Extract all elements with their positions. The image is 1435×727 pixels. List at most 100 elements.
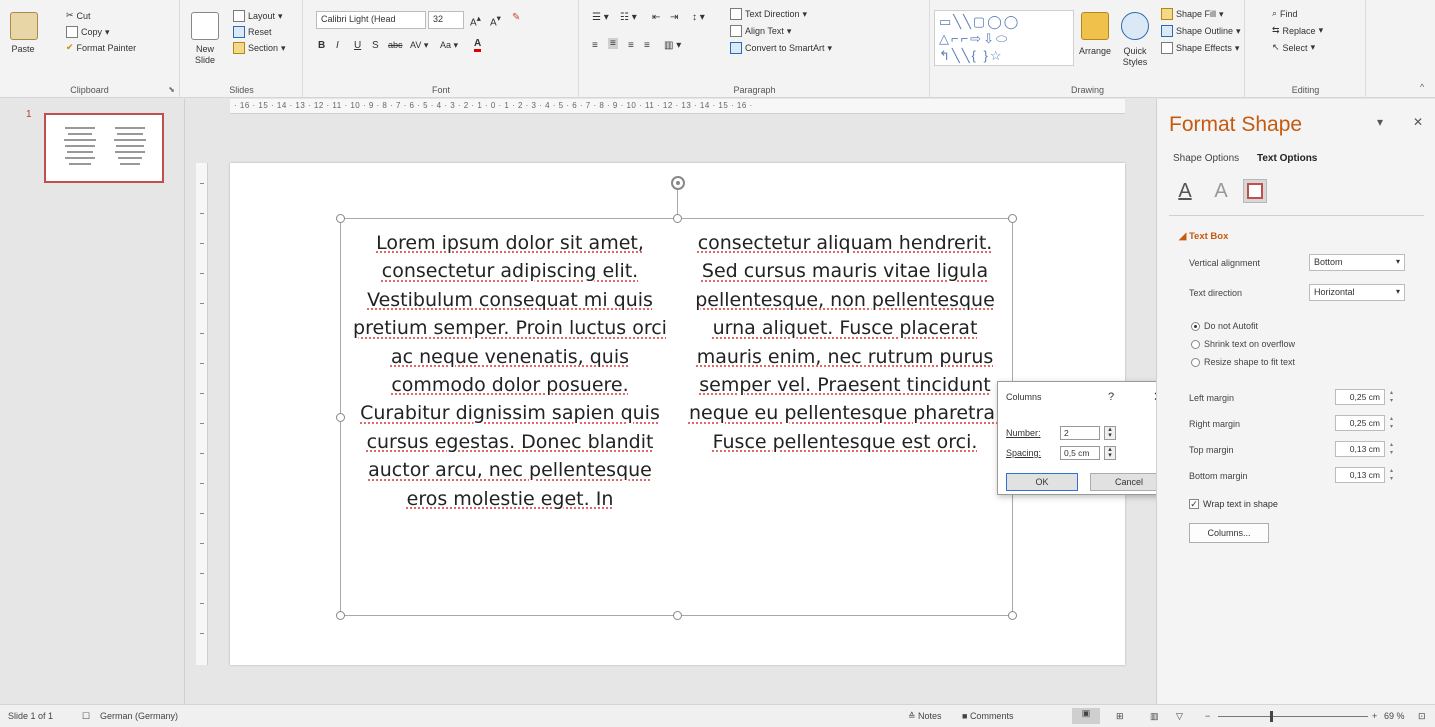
notes-button[interactable]: ≙ Notes bbox=[908, 711, 942, 722]
arrange-button[interactable]: Arrange bbox=[1073, 46, 1117, 57]
align-text-button[interactable]: Align Text ▾ bbox=[730, 25, 791, 37]
right-margin-input[interactable]: 0,25 cm bbox=[1335, 415, 1385, 431]
replace-button[interactable]: ⇆ Replace ▾ bbox=[1272, 25, 1323, 36]
increase-indent-icon[interactable]: ⇥ bbox=[670, 12, 678, 23]
radio-selected[interactable] bbox=[1191, 321, 1200, 331]
shape-outline-button[interactable]: Shape Outline ▾ bbox=[1161, 25, 1241, 37]
layout-button[interactable]: Layout ▾ bbox=[233, 10, 283, 22]
change-case-button[interactable]: Aa ▾ bbox=[440, 40, 458, 51]
shrink-font-button[interactable]: A▾ bbox=[490, 13, 501, 28]
zoom-slider-track[interactable] bbox=[1218, 716, 1368, 717]
reading-view-icon[interactable]: ▥ bbox=[1150, 711, 1159, 722]
slide-thumbnail[interactable] bbox=[44, 113, 164, 183]
vertical-ruler[interactable] bbox=[196, 163, 208, 665]
shape-effects-button[interactable]: Shape Effects ▾ bbox=[1161, 42, 1239, 54]
align-left-icon[interactable]: ≡ bbox=[592, 40, 598, 51]
bullets-icon[interactable]: ☰ ▾ bbox=[592, 12, 609, 23]
text-column-left[interactable]: Lorem ipsum dolor sit amet, consectetur … bbox=[345, 229, 675, 513]
clear-formatting-icon[interactable]: ✎ bbox=[512, 12, 520, 23]
spinner-icon[interactable]: ▴ ▾ bbox=[1387, 467, 1396, 483]
spellcheck-icon[interactable]: ☐ bbox=[82, 711, 90, 722]
spacing-input[interactable]: 0,5 cm bbox=[1060, 446, 1100, 460]
pane-close-icon[interactable]: ✕ bbox=[1413, 115, 1423, 129]
tab-text-options[interactable]: Text Options bbox=[1257, 153, 1317, 164]
spinner-icon[interactable]: ▴ ▾ bbox=[1387, 415, 1396, 431]
spacing-spinner-icon[interactable]: ▴ ▾ bbox=[1104, 446, 1116, 460]
format-painter-button[interactable]: ✔ Format Painter bbox=[66, 42, 136, 53]
shapes-gallery[interactable]: ▭╲╲▢◯◯ △⌐⌐⇨⇩⬭ ↰╲╲{ }☆ bbox=[934, 10, 1074, 66]
copy-button[interactable]: Copy ▾ bbox=[66, 26, 110, 38]
checkmark-icon[interactable]: ✓ bbox=[1189, 499, 1199, 509]
resize-handle-bottom[interactable] bbox=[673, 611, 682, 620]
align-center-icon[interactable]: ≡ bbox=[608, 38, 618, 49]
autofit-option-do-not-autofit[interactable]: Do not Autofit bbox=[1191, 321, 1258, 331]
help-icon[interactable]: ? bbox=[1108, 391, 1114, 403]
text-box[interactable]: Lorem ipsum dolor sit amet, consectetur … bbox=[336, 214, 1017, 620]
collapse-ribbon-icon[interactable]: ^ bbox=[1420, 82, 1424, 92]
arrange-icon[interactable] bbox=[1081, 12, 1109, 40]
font-color-button[interactable]: A bbox=[474, 38, 482, 52]
bold-button[interactable]: B bbox=[318, 40, 325, 51]
columns-icon[interactable]: ▥ ▾ bbox=[664, 40, 681, 51]
shape-fill-button[interactable]: Shape Fill ▾ bbox=[1161, 8, 1224, 20]
shadow-button[interactable]: S bbox=[372, 40, 379, 51]
text-box-section-header[interactable]: ◢ Text Box bbox=[1179, 231, 1228, 242]
align-right-icon[interactable]: ≡ bbox=[628, 40, 634, 51]
dialog-launcher-icon[interactable]: ⬊ bbox=[168, 85, 175, 94]
slide-sorter-icon[interactable]: ⊞ bbox=[1116, 711, 1124, 722]
resize-handle-top-left[interactable] bbox=[336, 214, 345, 223]
slide-canvas[interactable]: Lorem ipsum dolor sit amet, consectetur … bbox=[230, 163, 1125, 665]
language-indicator[interactable]: German (Germany) bbox=[100, 711, 178, 721]
wrap-text-checkbox-row[interactable]: ✓ Wrap text in shape bbox=[1189, 499, 1278, 509]
autofit-option-resize-shape[interactable]: Resize shape to fit text bbox=[1191, 357, 1295, 367]
resize-handle-top[interactable] bbox=[673, 214, 682, 223]
zoom-in-icon[interactable]: + bbox=[1372, 711, 1377, 721]
pane-options-chevron-icon[interactable]: ▾ bbox=[1377, 115, 1383, 129]
new-slide-button[interactable]: New Slide bbox=[185, 44, 225, 66]
strikethrough-button[interactable]: abc bbox=[388, 40, 403, 50]
text-fill-icon[interactable]: A bbox=[1173, 179, 1197, 203]
select-button[interactable]: ↖ Select ▾ bbox=[1272, 42, 1315, 53]
new-slide-icon[interactable] bbox=[191, 12, 219, 40]
font-size-select[interactable]: 32 bbox=[428, 11, 464, 29]
reset-button[interactable]: Reset bbox=[233, 26, 272, 38]
text-column-right[interactable]: consectetur aliquam hendrerit. Sed cursu… bbox=[680, 229, 1010, 456]
ok-button[interactable]: OK bbox=[1006, 473, 1078, 491]
comments-button[interactable]: ■ Comments bbox=[962, 711, 1013, 721]
autofit-option-shrink-text[interactable]: Shrink text on overflow bbox=[1191, 339, 1295, 349]
resize-handle-top-right[interactable] bbox=[1008, 214, 1017, 223]
character-spacing-button[interactable]: AV ▾ bbox=[410, 40, 428, 51]
section-button[interactable]: Section ▾ bbox=[233, 42, 286, 54]
text-effects-icon[interactable]: A bbox=[1209, 179, 1233, 203]
spinner-icon[interactable]: ▴ ▾ bbox=[1387, 389, 1396, 405]
zoom-out-icon[interactable]: − bbox=[1205, 711, 1210, 721]
columns-button[interactable]: Columns... bbox=[1189, 523, 1269, 543]
italic-button[interactable]: I bbox=[336, 40, 339, 51]
number-spinner-icon[interactable]: ▴ ▾ bbox=[1104, 426, 1116, 440]
paste-icon[interactable] bbox=[10, 12, 38, 40]
cut-button[interactable]: ✂ Cut bbox=[66, 10, 91, 21]
slideshow-icon[interactable]: ▽ bbox=[1176, 711, 1183, 722]
left-margin-input[interactable]: 0,25 cm bbox=[1335, 389, 1385, 405]
font-family-select[interactable]: Calibri Light (Head bbox=[316, 11, 426, 29]
paste-button[interactable]: Paste bbox=[6, 44, 40, 55]
zoom-level[interactable]: 69 % bbox=[1384, 711, 1405, 721]
vertical-alignment-select[interactable]: Bottom ▾ bbox=[1309, 254, 1405, 271]
number-input[interactable]: 2 bbox=[1060, 426, 1100, 440]
tab-shape-options[interactable]: Shape Options bbox=[1173, 153, 1239, 164]
spinner-icon[interactable]: ▴ ▾ bbox=[1387, 441, 1396, 457]
quick-styles-icon[interactable] bbox=[1121, 12, 1149, 40]
zoom-slider-thumb[interactable] bbox=[1270, 711, 1273, 722]
radio-unselected[interactable] bbox=[1191, 339, 1200, 349]
normal-view-icon[interactable]: ▣ bbox=[1072, 708, 1100, 724]
textbox-layout-icon[interactable] bbox=[1243, 179, 1267, 203]
find-button[interactable]: ⌕ Find bbox=[1272, 8, 1298, 19]
convert-smartart-button[interactable]: Convert to SmartArt ▾ bbox=[730, 42, 832, 54]
resize-handle-bottom-left[interactable] bbox=[336, 611, 345, 620]
resize-handle-bottom-right[interactable] bbox=[1008, 611, 1017, 620]
horizontal-ruler[interactable]: · 16 · 15 · 14 · 13 · 12 · 11 · 10 · 9 ·… bbox=[230, 99, 1125, 114]
text-direction-select[interactable]: Horizontal ▾ bbox=[1309, 284, 1405, 301]
line-spacing-icon[interactable]: ↕ ▾ bbox=[692, 12, 705, 23]
text-direction-button[interactable]: Text Direction ▾ bbox=[730, 8, 807, 20]
radio-unselected[interactable] bbox=[1191, 357, 1200, 367]
